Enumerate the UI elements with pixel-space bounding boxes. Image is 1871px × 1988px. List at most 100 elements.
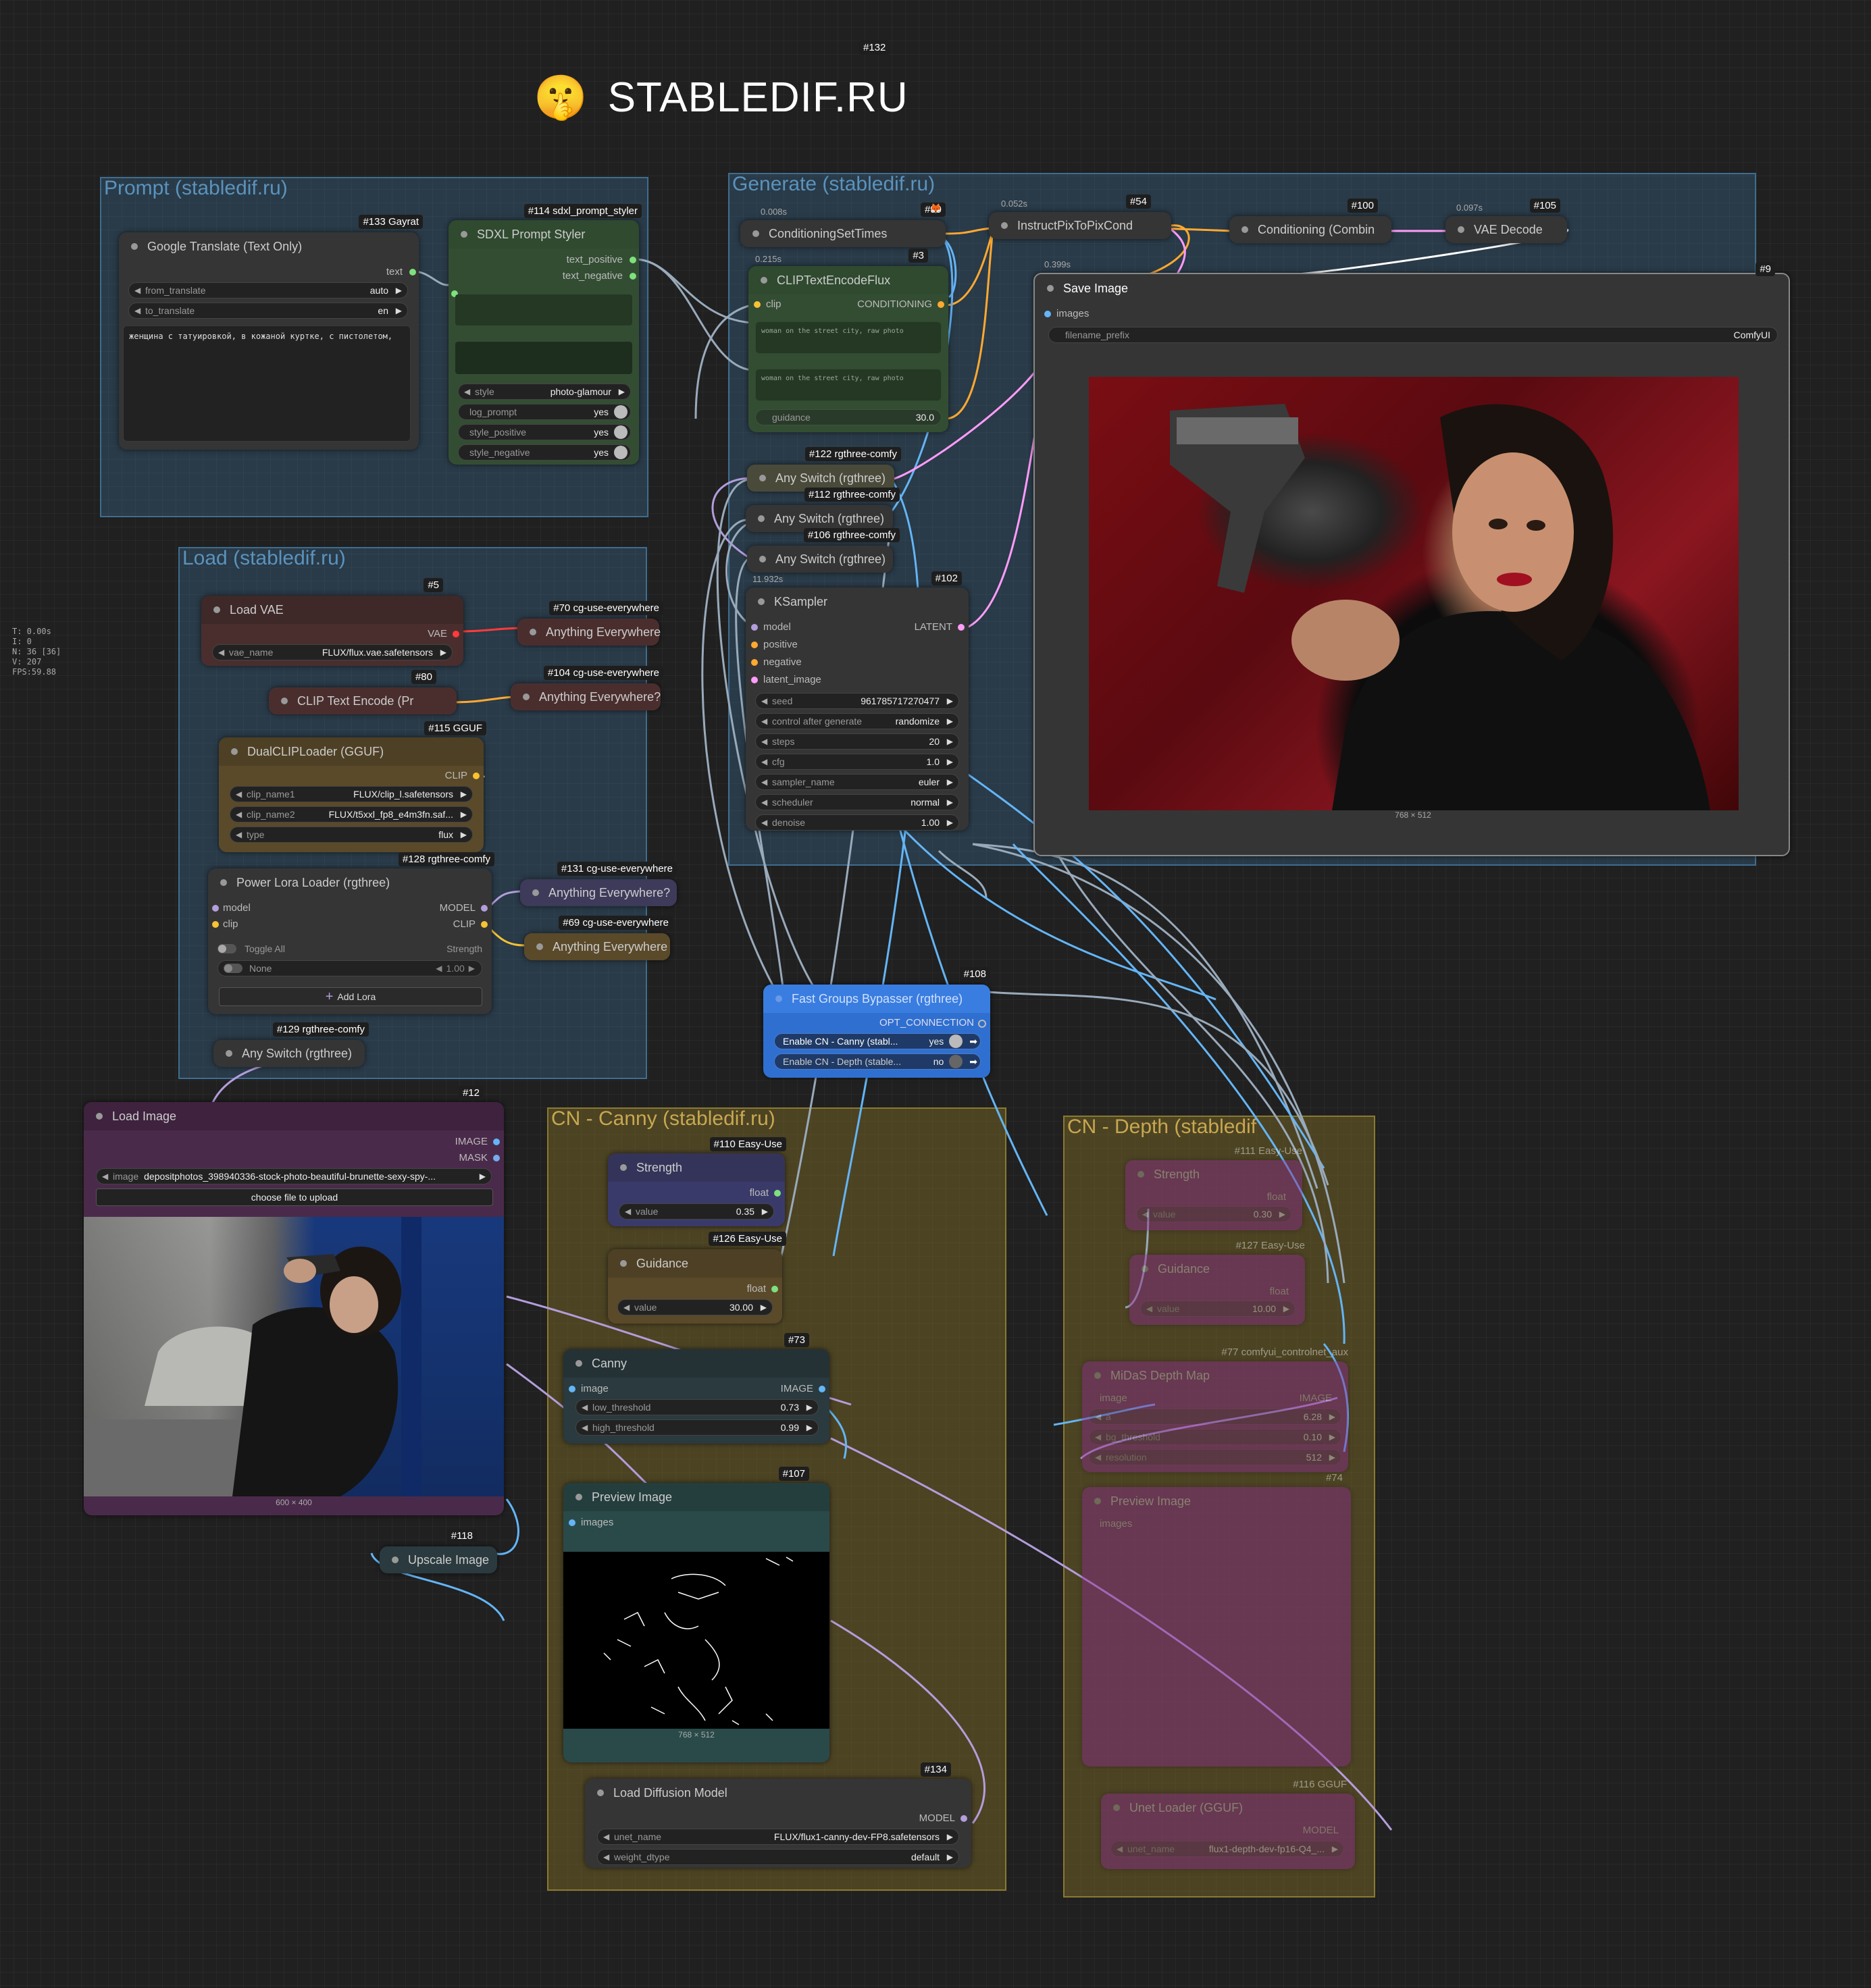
t5xxl-textarea[interactable]: woman on the street city, raw photo	[755, 369, 942, 401]
toggle-switch-icon[interactable]	[217, 944, 236, 953]
collapse-dot-icon[interactable]	[759, 475, 766, 481]
arrow-right-icon[interactable]: ▶	[947, 818, 953, 827]
toggle-enable-cn-canny[interactable]: Enable CN - Canny (stabl... yes ➡	[774, 1033, 981, 1049]
collapse-dot-icon[interactable]	[1241, 226, 1248, 233]
widget-seed[interactable]: ◀ seed 961785717270477 ▶	[755, 693, 959, 709]
widget-scheduler[interactable]: ◀ scheduler normal ▶	[755, 794, 959, 810]
input-images-dot[interactable]	[1044, 311, 1051, 317]
arrow-left-icon[interactable]: ◀	[134, 306, 140, 315]
widget-resolution[interactable]: ◀ resolution 512 ▶	[1089, 1449, 1341, 1465]
collapse-dot-icon[interactable]	[1113, 1804, 1120, 1811]
widget-weight-dtype[interactable]: ◀ weight_dtype default ▶	[597, 1849, 959, 1865]
node-anything-everywhere-131[interactable]: #131 cg-use-everywhere Anything Everywhe…	[520, 862, 677, 906]
collapse-dot-icon[interactable]	[530, 629, 536, 635]
node-header[interactable]: Anything Everywhere?	[520, 879, 677, 906]
node-strength-111[interactable]: #111 Easy-Use Strength float ◀ value 0.30 ▶	[1125, 1145, 1302, 1230]
clip-l-textarea[interactable]: woman on the street city, raw photo	[755, 321, 942, 354]
toggle-knob-icon[interactable]	[949, 1055, 963, 1068]
arrow-right-icon[interactable]: ▶	[947, 716, 953, 726]
collapse-dot-icon[interactable]	[1001, 222, 1008, 229]
arrow-left-icon[interactable]: ◀	[1095, 1432, 1101, 1442]
output-text-dot[interactable]	[409, 269, 416, 276]
loaded-image[interactable]	[84, 1217, 504, 1496]
arrow-left-icon[interactable]: ◀	[761, 777, 767, 787]
node-header[interactable]: Anything Everywhere?	[511, 683, 661, 710]
widget-unet-name[interactable]: ◀ unet_name flux1-depth-dev-fp16-Q4_... ▶	[1110, 1841, 1344, 1857]
input-model-dot[interactable]	[212, 905, 219, 912]
arrow-right-icon[interactable]: ▶	[1329, 1432, 1335, 1442]
add-lora-button[interactable]: + Add Lora	[219, 987, 482, 1006]
widget-vae-name[interactable]: ◀ vae_name FLUX/flux.vae.safetensors ▶	[212, 644, 453, 660]
node-anything-everywhere-70[interactable]: #70 cg-use-everywhere Anything Everywher…	[517, 601, 663, 646]
collapse-dot-icon[interactable]	[1047, 285, 1054, 292]
node-header[interactable]: Power Lora Loader (rgthree)	[208, 868, 492, 897]
widget-cfg[interactable]: ◀ cfg 1.0 ▶	[755, 754, 959, 770]
node-header[interactable]: Load VAE	[201, 596, 463, 624]
node-anything-everywhere-104[interactable]: #104 cg-use-everywhere Anything Everywhe…	[511, 666, 663, 710]
output-vae-dot[interactable]	[453, 631, 459, 637]
arrow-right-icon[interactable]: ▶	[461, 830, 467, 839]
node-header[interactable]: Anything Everywhere	[517, 619, 661, 646]
comfyui-canvas[interactable]: 🤫 STABLEDIF.RU #132 T: 0.00s I: 0 N: 36 …	[0, 0, 1871, 1988]
node-header[interactable]: KSampler	[746, 587, 969, 616]
collapse-dot-icon[interactable]	[523, 694, 530, 700]
arrow-right-icon[interactable]: ▶	[619, 387, 625, 396]
arrow-left-icon[interactable]: ◀	[582, 1423, 588, 1432]
output-latent-dot[interactable]	[958, 624, 965, 631]
collapse-dot-icon[interactable]	[536, 943, 543, 950]
arrow-left-icon[interactable]: ◀	[623, 1303, 630, 1312]
choose-file-button[interactable]: choose file to upload	[96, 1188, 493, 1206]
arrow-right-icon[interactable]: ▶	[947, 696, 953, 706]
output-conditioning-dot[interactable]	[938, 301, 944, 308]
text-area-positive[interactable]	[455, 294, 632, 325]
widget-clip-type[interactable]: ◀ type flux ▶	[230, 827, 473, 843]
node-header[interactable]: CLIP Text Encode (Pr	[269, 687, 457, 714]
arrow-right-icon[interactable]: ▶	[806, 1403, 813, 1412]
node-guidance-126[interactable]: #126 Easy-Use Guidance float ◀ value 30.00…	[608, 1232, 786, 1324]
node-header[interactable]: ConditioningSetTimes	[740, 220, 946, 247]
output-image-dot[interactable]	[819, 1386, 825, 1392]
node-header[interactable]: Strength	[1125, 1160, 1302, 1188]
output-clip-dot[interactable]	[481, 921, 488, 928]
widget-style-negative[interactable]: style_negative yes	[458, 444, 631, 461]
toggle-knob-icon[interactable]	[949, 1035, 963, 1048]
arrow-right-icon[interactable]: ▶	[440, 648, 446, 657]
arrow-right-icon[interactable]: ▶	[396, 286, 402, 295]
node-dual-clip-loader[interactable]: #115 GGUF DualCLIPLoader (GGUF) CLIP ◀ cl…	[219, 721, 486, 852]
input-clip-dot[interactable]	[212, 921, 219, 928]
text-area-negative[interactable]	[455, 342, 632, 374]
node-header[interactable]: Conditioning (Combin	[1229, 216, 1391, 243]
output-dot[interactable]	[630, 257, 636, 263]
node-conditioning-combine[interactable]: #100 Conditioning (Combin	[1229, 199, 1391, 243]
node-preview-image-74[interactable]: #74 Preview Image images	[1082, 1472, 1351, 1767]
arrow-left-icon[interactable]: ◀	[761, 716, 767, 726]
collapse-dot-icon[interactable]	[620, 1260, 627, 1267]
node-header[interactable]: Save Image	[1035, 274, 1789, 303]
output-image-dot[interactable]	[493, 1139, 500, 1145]
arrow-left-icon[interactable]: ◀	[761, 757, 767, 766]
node-unet-loader-gguf[interactable]: #116 GGUF Unet Loader (GGUF) MODEL ◀ unet…	[1101, 1779, 1355, 1869]
arrow-left-icon[interactable]: ◀	[761, 797, 767, 807]
arrow-left-icon[interactable]: ◀	[1117, 1844, 1123, 1854]
node-any-switch-129[interactable]: #129 rgthree-comfy Any Switch (rgthree)	[213, 1022, 369, 1067]
collapse-dot-icon[interactable]	[461, 231, 467, 238]
input-positive-dot[interactable]	[751, 642, 758, 648]
lora-strength[interactable]: 1.00	[446, 963, 465, 974]
collapse-dot-icon[interactable]	[758, 515, 765, 522]
node-header[interactable]: Preview Image	[1082, 1487, 1351, 1515]
output-mask-dot[interactable]	[493, 1155, 500, 1161]
widget-a[interactable]: ◀ a 6.28 ▶	[1089, 1409, 1341, 1425]
output-clip-dot[interactable]	[473, 773, 480, 779]
node-header[interactable]: Google Translate (Text Only)	[119, 232, 419, 261]
widget-clip-name1[interactable]: ◀ clip_name1 FLUX/clip_l.safetensors ▶	[230, 786, 473, 802]
node-anything-everywhere-69[interactable]: #69 cg-use-everywhere Anything Everywher…	[524, 916, 673, 960]
widget-clip-name2[interactable]: ◀ clip_name2 FLUX/t5xxl_fp8_e4m3fn.saf... ▶	[230, 806, 473, 822]
node-preview-image-107[interactable]: #107 Preview Image images 768 × 512	[563, 1467, 829, 1762]
arrow-right-icon[interactable]: ▶	[947, 1832, 953, 1841]
collapse-dot-icon[interactable]	[220, 879, 227, 886]
arrow-right-icon[interactable]: ▶	[947, 757, 953, 766]
arrow-left-icon[interactable]: ◀	[236, 810, 242, 819]
widget-strength-value[interactable]: ◀ value 0.35 ▶	[619, 1203, 774, 1220]
node-google-translate[interactable]: #133 Gayrat Google Translate (Text Only)…	[119, 215, 423, 450]
widget-image-file[interactable]: ◀ image depositphotos_398940336-stock-phot…	[96, 1168, 492, 1184]
